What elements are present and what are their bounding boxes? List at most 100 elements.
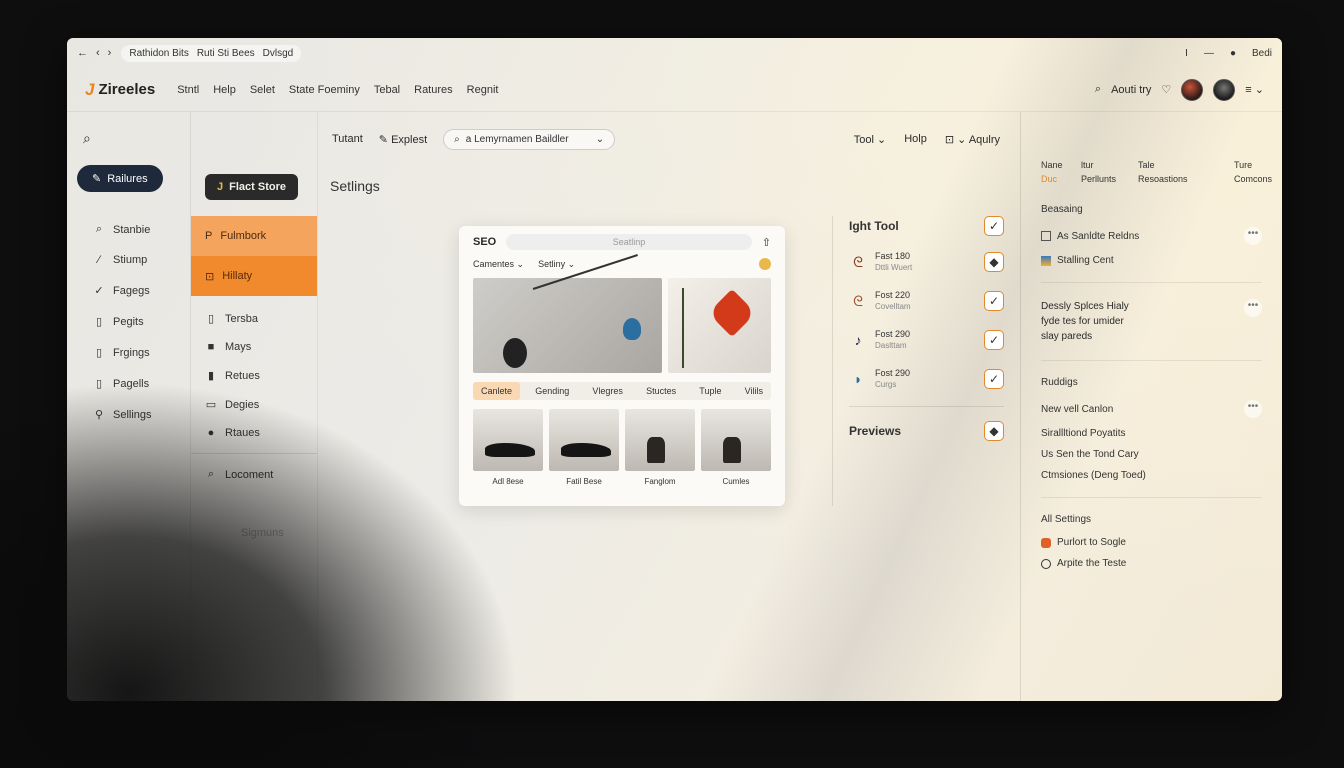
nav-item[interactable]: ■ Mays <box>191 333 317 361</box>
product-thumb[interactable]: Cumles <box>701 409 771 486</box>
tool-row[interactable]: ᘓ Fast 180 Dttli Wuert ◆ <box>849 250 1004 274</box>
back-icon[interactable]: ← <box>77 47 88 59</box>
checkbox[interactable]: ✓ <box>984 291 1004 311</box>
account-text[interactable]: Aouti try <box>1111 84 1151 96</box>
nav-item[interactable]: ⌕ Locoment <box>191 460 317 489</box>
apply-dropdown[interactable]: ⊡ ⌄ Aqulry <box>945 133 1000 146</box>
checkbox[interactable]: ✓ <box>984 216 1004 236</box>
description: Dessly Splces Hialy fyde tes for umider … <box>1041 299 1262 344</box>
flag-icon: ▯ <box>95 378 103 390</box>
nav-item-active[interactable]: P Fulmbork <box>191 216 317 256</box>
details-table: Nane ltur Tale Ture Duc Perllunts Resoas… <box>1041 160 1273 184</box>
search-input[interactable]: ⌕ a Lemyrnamen Baildler ⌄ <box>443 128 616 150</box>
previews-row: Previews ◆ <box>849 421 1004 441</box>
avatar[interactable] <box>1213 78 1236 101</box>
menu-item[interactable]: Ratures <box>414 84 453 96</box>
sidebar-item[interactable]: ▯ Pagells <box>77 368 180 399</box>
chip[interactable]: Canlete <box>473 382 521 400</box>
record-icon[interactable]: ● <box>1230 48 1236 59</box>
checkbox[interactable]: ✓ <box>984 369 1004 389</box>
book-icon: ▯ <box>95 347 103 359</box>
divider <box>1041 360 1262 361</box>
nav-item-faded[interactable]: Sigmuns <box>191 519 317 547</box>
sidebar-primary-button[interactable]: ✎ Railures <box>77 165 163 192</box>
menu-item[interactable]: Selet <box>250 84 275 96</box>
more-icon[interactable]: ••• <box>1244 400 1262 418</box>
menu-item[interactable]: Help <box>213 84 236 96</box>
list-item[interactable]: Stalling Cent <box>1041 255 1262 266</box>
tool-row[interactable]: ◗ Fost 290 Curgs ✓ <box>849 367 1004 391</box>
checkbox[interactable]: ✓ <box>984 330 1004 350</box>
nav-item[interactable]: ▯ Tersba <box>191 304 317 333</box>
chip[interactable]: Vilils <box>737 382 771 400</box>
sidebar-item[interactable]: ⚲ Sellings <box>77 399 180 430</box>
tab-tutant[interactable]: Tutant <box>332 133 363 145</box>
tool-panel: Ight Tool ✓ ᘓ Fast 180 Dttli Wuert ◆ ᘓ Fo… <box>832 216 1004 506</box>
store-button[interactable]: J Flact Store <box>205 174 298 200</box>
rect-icon: ▭ <box>205 399 217 411</box>
checkbox[interactable]: ◆ <box>984 421 1004 441</box>
sidebar-item[interactable]: ✓ Fagegs <box>77 275 180 306</box>
menu-item[interactable]: State Foeminy <box>289 84 360 96</box>
logo-mark-icon: J <box>85 79 95 99</box>
list-item[interactable]: Ctmsiones (Deng Toed) <box>1041 470 1262 481</box>
more-icon[interactable]: ••• <box>1244 227 1262 245</box>
hero-image[interactable] <box>473 254 662 373</box>
tool-dropdown[interactable]: Tool ⌄ <box>854 133 886 146</box>
menu-item[interactable]: Tebal <box>374 84 400 96</box>
sidebar-item[interactable]: ▯ Frgings <box>77 337 180 368</box>
nav-item-selected[interactable]: ⊡ Hillaty <box>191 256 317 296</box>
divider <box>1041 282 1262 283</box>
next-icon[interactable]: › <box>108 47 112 59</box>
search-icon[interactable]: ⌕ <box>1095 83 1101 96</box>
tool-row[interactable]: ♪ Fost 290 Daslttam ✓ <box>849 328 1004 352</box>
tab-explest[interactable]: ✎ Explest <box>379 133 427 146</box>
settings-dropdown[interactable]: Setliny ⌄ <box>538 259 575 270</box>
prev-icon[interactable]: ‹ <box>96 47 100 59</box>
pin-icon[interactable]: I <box>1185 48 1188 59</box>
chip[interactable]: Tuple <box>691 382 729 400</box>
breadcrumb-item[interactable]: Dvlsgd <box>263 48 294 59</box>
chip[interactable]: Stuctes <box>638 382 684 400</box>
help-link[interactable]: Holp <box>904 133 927 145</box>
checkbox[interactable]: ◆ <box>984 252 1004 272</box>
chip[interactable]: Gending <box>527 382 577 400</box>
menu-item[interactable]: Stntl <box>177 84 199 96</box>
list-item[interactable]: Sirallltiond Poyatits <box>1041 428 1262 439</box>
list-item[interactable]: Arpite the Teste <box>1041 558 1262 569</box>
app-window: ← ‹ › Rathidon Bits Ruti Sti Bees Dvlsgd… <box>67 38 1282 701</box>
menu-icon[interactable]: ≡ ⌄ <box>1245 83 1264 96</box>
nav-item[interactable]: ▮ Retues <box>191 361 317 390</box>
sidebar-item[interactable]: ⌕ Stanbie <box>77 214 180 245</box>
product-thumb[interactable]: Adl 8ese <box>473 409 543 486</box>
hero-image[interactable] <box>668 278 771 373</box>
heart-icon[interactable]: ♡ <box>1161 83 1171 96</box>
list-item[interactable]: Us Sen the Tond Cary <box>1041 449 1262 460</box>
breadcrumb-item[interactable]: Rathidon Bits <box>129 48 188 59</box>
nav-item[interactable]: ▭ Degies <box>191 390 317 419</box>
logo[interactable]: J Zireeles <box>85 80 155 100</box>
chip[interactable]: Vlegres <box>584 382 631 400</box>
section-ruddigs: Ruddigs New vell Canlon ••• Sirallltiond … <box>1041 377 1262 481</box>
sidebar-item[interactable]: ∕ Stiump <box>77 245 180 275</box>
window-menu[interactable]: Bedi <box>1252 48 1272 59</box>
tool-row[interactable]: ᘓ Fost 220 Covelltam ✓ <box>849 289 1004 313</box>
share-icon[interactable]: ⇧ <box>762 236 771 249</box>
product-thumb[interactable]: Fatil Bese <box>549 409 619 486</box>
categories-dropdown[interactable]: Camentes ⌄ <box>473 259 524 270</box>
product-thumb[interactable]: Fanglom <box>625 409 695 486</box>
more-icon[interactable]: ••• <box>1244 299 1262 317</box>
minimize-icon[interactable]: — <box>1204 48 1214 59</box>
list-item[interactable]: Purlort to Sogle <box>1041 537 1262 548</box>
status-icon[interactable] <box>759 258 771 270</box>
nav-item[interactable]: ● Rtaues <box>191 419 317 447</box>
list-item[interactable]: As Sanldte Reldns ••• <box>1041 227 1262 245</box>
ring-icon: ᘓ <box>853 253 863 270</box>
breadcrumb-item[interactable]: Ruti Sti Bees <box>197 48 255 59</box>
card-search[interactable]: Seatlinp <box>506 234 752 250</box>
avatar[interactable] <box>1181 78 1204 101</box>
list-item[interactable]: New vell Canlon ••• <box>1041 400 1262 418</box>
menu-item[interactable]: Regnit <box>467 84 499 96</box>
sidebar-item[interactable]: ▯ Pegits <box>77 306 180 337</box>
search-icon[interactable]: ⌕ <box>83 130 180 147</box>
